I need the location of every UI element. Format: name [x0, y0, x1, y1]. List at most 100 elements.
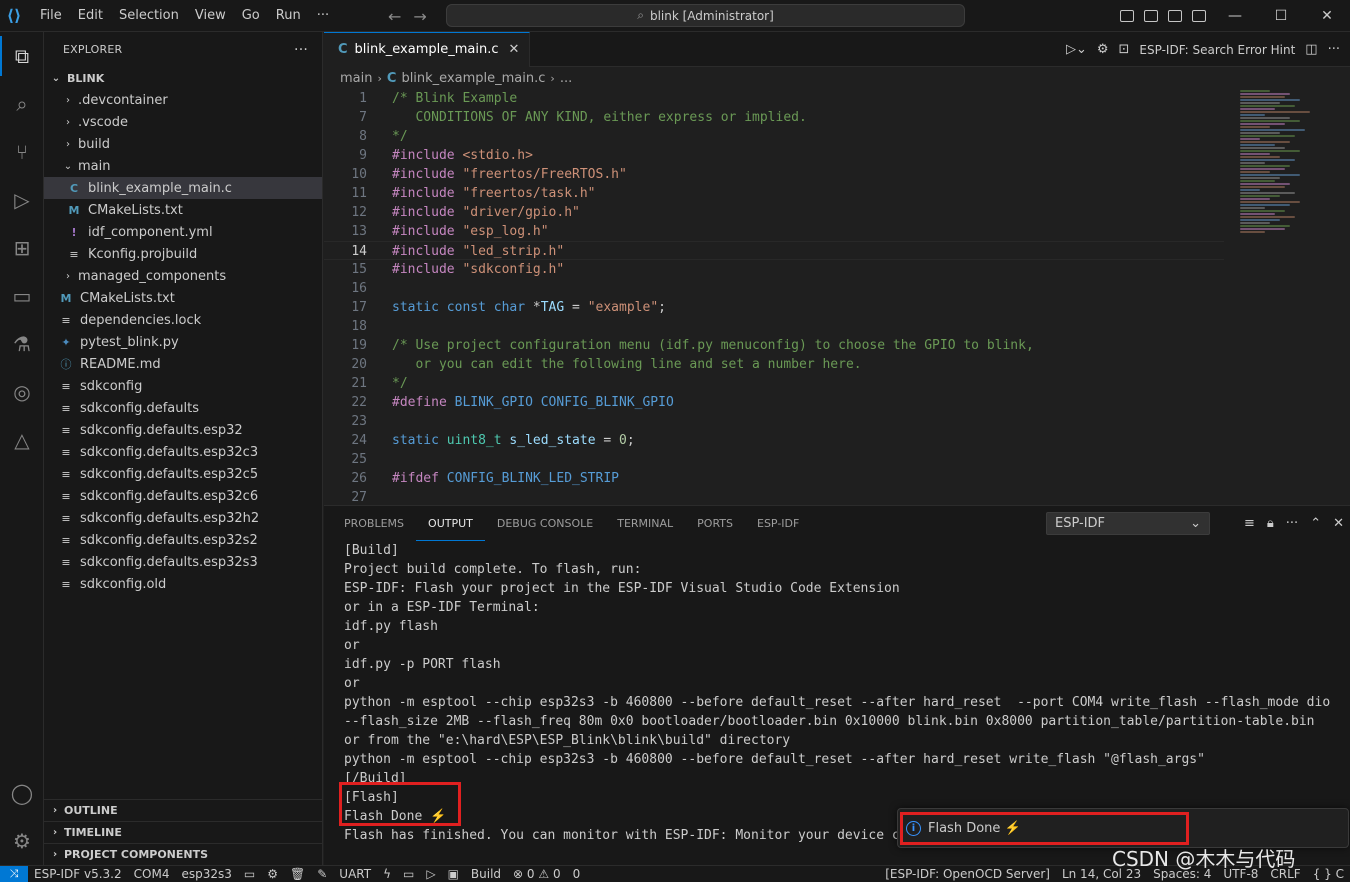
status-trash-icon[interactable]: 🗑︎ — [284, 866, 311, 882]
minimap[interactable] — [1240, 89, 1330, 505]
status-flash-icon[interactable]: ϟ — [377, 866, 397, 882]
code-line[interactable]: 23 — [324, 412, 1224, 431]
file-tree-item[interactable]: ≡ sdkconfig — [44, 375, 322, 397]
tab-debug-console[interactable]: DEBUG CONSOLE — [485, 506, 605, 541]
menu-go[interactable]: Go — [234, 0, 268, 32]
code-line[interactable]: 16 — [324, 279, 1224, 298]
toggle-secondary-sidebar-icon[interactable] — [1168, 10, 1182, 22]
file-tree-item[interactable]: ≡ sdkconfig.defaults.esp32c3 — [44, 441, 322, 463]
file-tree-item[interactable]: › .vscode — [44, 111, 322, 133]
file-tree-item[interactable]: ✦ pytest_blink.py — [44, 331, 322, 353]
workspace-root[interactable]: ⌄ BLINK — [44, 67, 322, 89]
section-outline[interactable]: › OUTLINE — [44, 799, 323, 821]
search-error-hint-button[interactable]: ESP-IDF: Search Error Hint — [1139, 43, 1295, 57]
code-line[interactable]: 1 /* Blink Example — [324, 89, 1224, 108]
accounts-icon[interactable]: ◯ — [0, 769, 44, 817]
breadcrumb-file[interactable]: blink_example_main.c — [401, 71, 545, 86]
explorer-icon[interactable]: ⧉ — [0, 32, 44, 80]
status-monitor-icon[interactable]: ▭ — [397, 866, 420, 882]
code-line[interactable]: 26 #ifdef CONFIG_BLINK_LED_STRIP — [324, 469, 1224, 488]
status-flash-method[interactable]: UART — [333, 866, 377, 882]
status-target[interactable]: esp32s3 — [175, 866, 237, 882]
file-tree-item[interactable]: ≡ sdkconfig.defaults — [44, 397, 322, 419]
file-tree-item[interactable]: ≡ sdkconfig.defaults.esp32c5 — [44, 463, 322, 485]
command-center-search[interactable]: ⌕ blink [Administrator] — [446, 4, 965, 27]
code-line[interactable]: 21 */ — [324, 374, 1224, 393]
code-line[interactable]: 19 /* Use project configuration menu (idf… — [324, 336, 1224, 355]
status-port[interactable]: COM4 — [128, 866, 176, 882]
close-panel-icon[interactable]: ✕ — [1333, 516, 1344, 531]
file-tree-item[interactable]: ≡ sdkconfig.defaults.esp32s2 — [44, 529, 322, 551]
status-problems[interactable]: ⊗ 0 ⚠ 0 — [507, 866, 567, 882]
status-build-button[interactable]: Build — [465, 866, 507, 882]
more-actions-icon[interactable]: ··· — [1286, 516, 1298, 531]
file-tree-item[interactable]: ≡ sdkconfig.defaults.esp32s3 — [44, 551, 322, 573]
file-tree-item[interactable]: › .devcontainer — [44, 89, 322, 111]
tab-blink-example-main[interactable]: C blink_example_main.c ✕ — [324, 31, 531, 67]
toggle-primary-sidebar-icon[interactable] — [1120, 10, 1134, 22]
code-editor[interactable]: 1 /* Blink Example 7 CONDITIONS OF ANY KIN… — [324, 89, 1224, 505]
file-tree-item[interactable]: ≡ sdkconfig.defaults.esp32 — [44, 419, 322, 441]
explorer-more-icon[interactable]: ··· — [294, 42, 308, 58]
maximize-icon[interactable]: ☐ — [1258, 0, 1304, 32]
status-gear-icon[interactable]: ⚙ — [261, 866, 284, 882]
file-tree-item[interactable]: Cblink_example_main.c — [44, 177, 322, 199]
status-ports-count[interactable]: 0 — [567, 866, 587, 882]
status-language[interactable]: { } C — [1307, 866, 1350, 882]
menu-file[interactable]: File — [32, 0, 70, 32]
status-wrench-icon[interactable]: ✎ — [311, 866, 333, 882]
code-line[interactable]: 17 static const char *TAG = "example"; — [324, 298, 1224, 317]
output-log[interactable]: [Build] Project build complete. To flash,… — [324, 541, 1350, 845]
code-line[interactable]: 12 #include "driver/gpio.h" — [324, 203, 1224, 222]
lock-scroll-icon[interactable]: 🔒︎ — [1267, 516, 1274, 531]
tab-problems[interactable]: PROBLEMS — [332, 506, 416, 541]
run-debug-dropdown-icon[interactable]: ▷⌄ — [1066, 42, 1087, 57]
code-line[interactable]: 18 — [324, 317, 1224, 336]
back-arrow-icon[interactable]: ← — [388, 7, 401, 26]
code-line[interactable]: 10 #include "freertos/FreeRTOS.h" — [324, 165, 1224, 184]
code-line[interactable]: 20 or you can edit the following line an… — [324, 355, 1224, 374]
search-view-icon[interactable]: ⌕ — [0, 80, 44, 128]
minimize-icon[interactable]: — — [1212, 0, 1258, 32]
source-control-icon[interactable]: ⑂ — [0, 128, 44, 176]
run-debug-icon[interactable]: ▷ — [0, 176, 44, 224]
code-line[interactable]: 7 CONDITIONS OF ANY KIND, either express… — [324, 108, 1224, 127]
code-line[interactable]: 11 #include "freertos/task.h" — [324, 184, 1224, 203]
menu-run[interactable]: Run — [268, 0, 309, 32]
file-tree-item[interactable]: ≡ sdkconfig.defaults.esp32c6 — [44, 485, 322, 507]
gear-icon[interactable]: ⚙ — [1097, 42, 1109, 57]
more-actions-icon[interactable]: ··· — [1328, 42, 1340, 57]
toggle-panel-icon[interactable] — [1144, 10, 1158, 22]
forward-arrow-icon[interactable]: → — [413, 7, 426, 26]
filter-lines-icon[interactable]: ≡ — [1244, 516, 1255, 531]
remote-explorer-icon[interactable]: ▭ — [0, 272, 44, 320]
maximize-panel-icon[interactable]: ⌃ — [1310, 516, 1321, 531]
code-line[interactable]: 22 #define BLINK_GPIO CONFIG_BLINK_GPIO — [324, 393, 1224, 412]
manage-gear-icon[interactable]: ⚙ — [0, 817, 44, 865]
file-tree-item[interactable]: ⓘ README.md — [44, 353, 322, 375]
file-tree-item[interactable]: ≡ sdkconfig.old — [44, 573, 322, 595]
file-tree-item[interactable]: ≡ dependencies.lock — [44, 309, 322, 331]
tab-output[interactable]: OUTPUT — [416, 507, 485, 541]
compare-icon[interactable]: ⊡ — [1119, 42, 1130, 57]
code-line[interactable]: 25 — [324, 450, 1224, 469]
file-tree-item[interactable]: › managed_components — [44, 265, 322, 287]
code-line[interactable]: 15 #include "sdkconfig.h" — [324, 260, 1224, 279]
split-editor-icon[interactable]: ◫ — [1305, 42, 1317, 57]
file-tree-item[interactable]: › build — [44, 133, 322, 155]
close-tab-icon[interactable]: ✕ — [509, 42, 520, 57]
menu-selection[interactable]: Selection — [111, 0, 187, 32]
menu-view[interactable]: View — [187, 0, 234, 32]
output-channel-select[interactable]: ESP-IDF ⌄ — [1046, 512, 1210, 535]
code-line[interactable]: 14 #include "led_strip.h" — [324, 241, 1224, 260]
code-line[interactable]: 13 #include "esp_log.h" — [324, 222, 1224, 241]
status-terminal-icon[interactable]: ▣ — [442, 866, 465, 882]
code-line[interactable]: 24 static uint8_t s_led_state = 0; — [324, 431, 1224, 450]
remote-indicator-icon[interactable]: ⤨ — [0, 865, 28, 882]
idf-explorer-icon[interactable]: △ — [0, 416, 44, 464]
customize-layout-icon[interactable] — [1192, 10, 1206, 22]
file-tree-item[interactable]: ! idf_component.yml — [44, 221, 322, 243]
file-tree-item[interactable]: ⌄ main — [44, 155, 322, 177]
code-line[interactable]: 8 */ — [324, 127, 1224, 146]
tab-terminal[interactable]: TERMINAL — [605, 506, 685, 541]
